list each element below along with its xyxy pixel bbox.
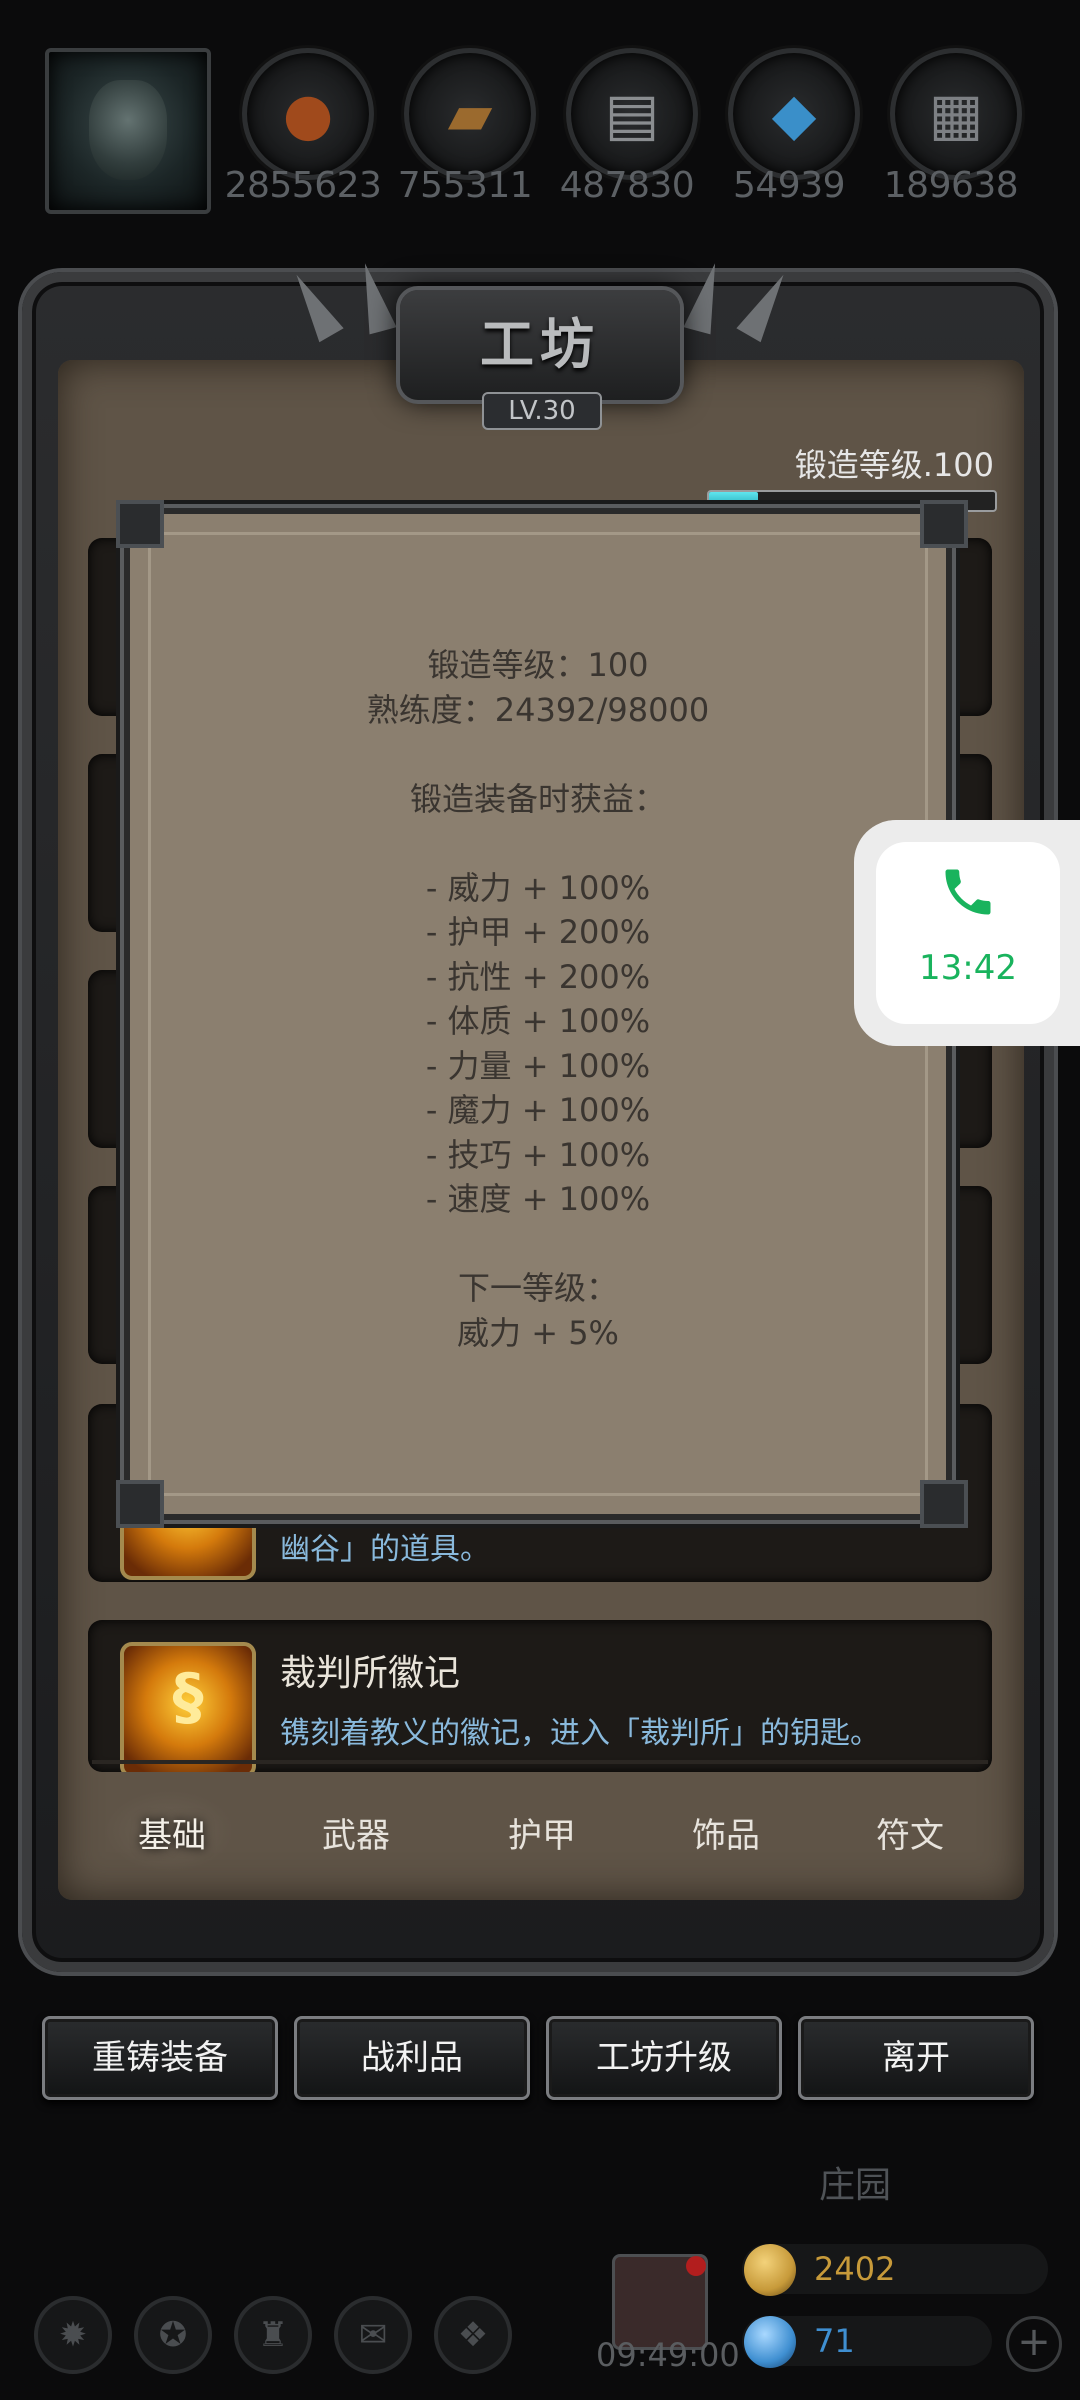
crystal-icon: ◆	[771, 80, 817, 148]
resource-value: 755311	[397, 165, 533, 206]
gem-icon	[744, 2316, 796, 2368]
popup-line: - 护甲 + 200%	[425, 913, 651, 951]
resource-value: 487830	[559, 165, 695, 206]
item-description: 幽谷」的道具。	[280, 1532, 490, 1567]
popup-line: - 技巧 + 100%	[425, 1135, 651, 1174]
mail-icon[interactable]: ✉	[334, 2296, 412, 2374]
popup-corner	[920, 1480, 968, 1528]
call-duration: 13:42	[919, 948, 1017, 988]
emblem-glyph: §	[172, 1660, 204, 1733]
resource-steel[interactable]: ▦	[890, 48, 1022, 180]
popup-line: 锻造装备时获益：	[409, 779, 666, 818]
reforge-equipment-button[interactable]: 重铸装备	[42, 2016, 278, 2100]
item-description: 镌刻着教义的徽记，进入「裁判所」的钥匙。	[280, 1716, 880, 1751]
popup-line: - 速度 + 100%	[425, 1180, 651, 1218]
phone-icon[interactable]	[876, 862, 1060, 926]
resource-wood[interactable]: ▰	[404, 48, 536, 180]
estate-label[interactable]: 庄园	[790, 2156, 920, 2208]
tab-accessory[interactable]: 饰品	[656, 1808, 796, 1857]
gem-value: 71	[814, 2322, 855, 2360]
popup-line: - 威力 + 100%	[425, 868, 651, 907]
achievement-icon[interactable]: ✪	[134, 2296, 212, 2374]
settings-icon[interactable]: ✹	[34, 2296, 112, 2374]
tabs-divider	[92, 1760, 988, 1764]
popup-line: - 力量 + 100%	[425, 1046, 651, 1085]
popup-line: 威力 + 5%	[457, 1313, 619, 1352]
popup-line: 锻造等级：100	[427, 646, 649, 684]
guild-icon[interactable]: ♜	[234, 2296, 312, 2374]
resource-value: 54939	[732, 165, 846, 206]
add-currency-button[interactable]: +	[1006, 2316, 1062, 2372]
iron-icon: ▤	[604, 80, 660, 148]
workshop-level-badge: LV.30	[482, 392, 602, 430]
notification-dot	[686, 2256, 706, 2276]
gold-coin-icon	[744, 2244, 796, 2296]
tab-weapon[interactable]: 武器	[286, 1808, 426, 1857]
resource-crystal[interactable]: ◆	[728, 48, 860, 180]
resource-meat[interactable]: ●	[242, 48, 374, 180]
popup-line: - 魔力 + 100%	[425, 1091, 651, 1129]
popup-corner	[116, 500, 164, 548]
resource-value: 189638	[883, 165, 1019, 206]
resource-iron[interactable]: ▤	[566, 48, 698, 180]
list-item[interactable]: § 裁判所徽记 镌刻着教义的徽记，进入「裁判所」的钥匙。	[88, 1620, 992, 1772]
leave-button[interactable]: 离开	[798, 2016, 1034, 2100]
popup-line: 熟练度：24392/98000	[366, 690, 710, 729]
loot-button[interactable]: 战利品	[294, 2016, 530, 2100]
player-avatar[interactable]	[45, 48, 211, 214]
popup-corner	[116, 1480, 164, 1528]
popup-line: - 抗性 + 200%	[425, 957, 651, 996]
steel-icon: ▦	[928, 80, 984, 148]
avatar-portrait	[89, 80, 167, 180]
popup-corner	[920, 500, 968, 548]
gold-value: 2402	[814, 2250, 896, 2288]
meat-icon: ●	[282, 80, 334, 148]
quest-icon[interactable]: ❖	[434, 2296, 512, 2374]
panel-title: 工坊	[480, 313, 600, 376]
popup-line: - 体质 + 100%	[425, 1002, 651, 1040]
workshop-upgrade-button[interactable]: 工坊升级	[546, 2016, 782, 2100]
tab-rune[interactable]: 符文	[840, 1808, 980, 1857]
tab-basic[interactable]: 基础	[102, 1808, 242, 1857]
inquisition-emblem-icon: §	[120, 1642, 256, 1772]
tab-armor[interactable]: 护甲	[472, 1808, 612, 1857]
wood-icon: ▰	[447, 80, 493, 148]
item-title: 裁判所徽记	[280, 1653, 461, 1694]
resource-value: 2855623	[224, 165, 382, 206]
popup-line: 下一等级：	[457, 1269, 618, 1307]
forge-level-label[interactable]: 锻造等级.100	[700, 440, 994, 486]
